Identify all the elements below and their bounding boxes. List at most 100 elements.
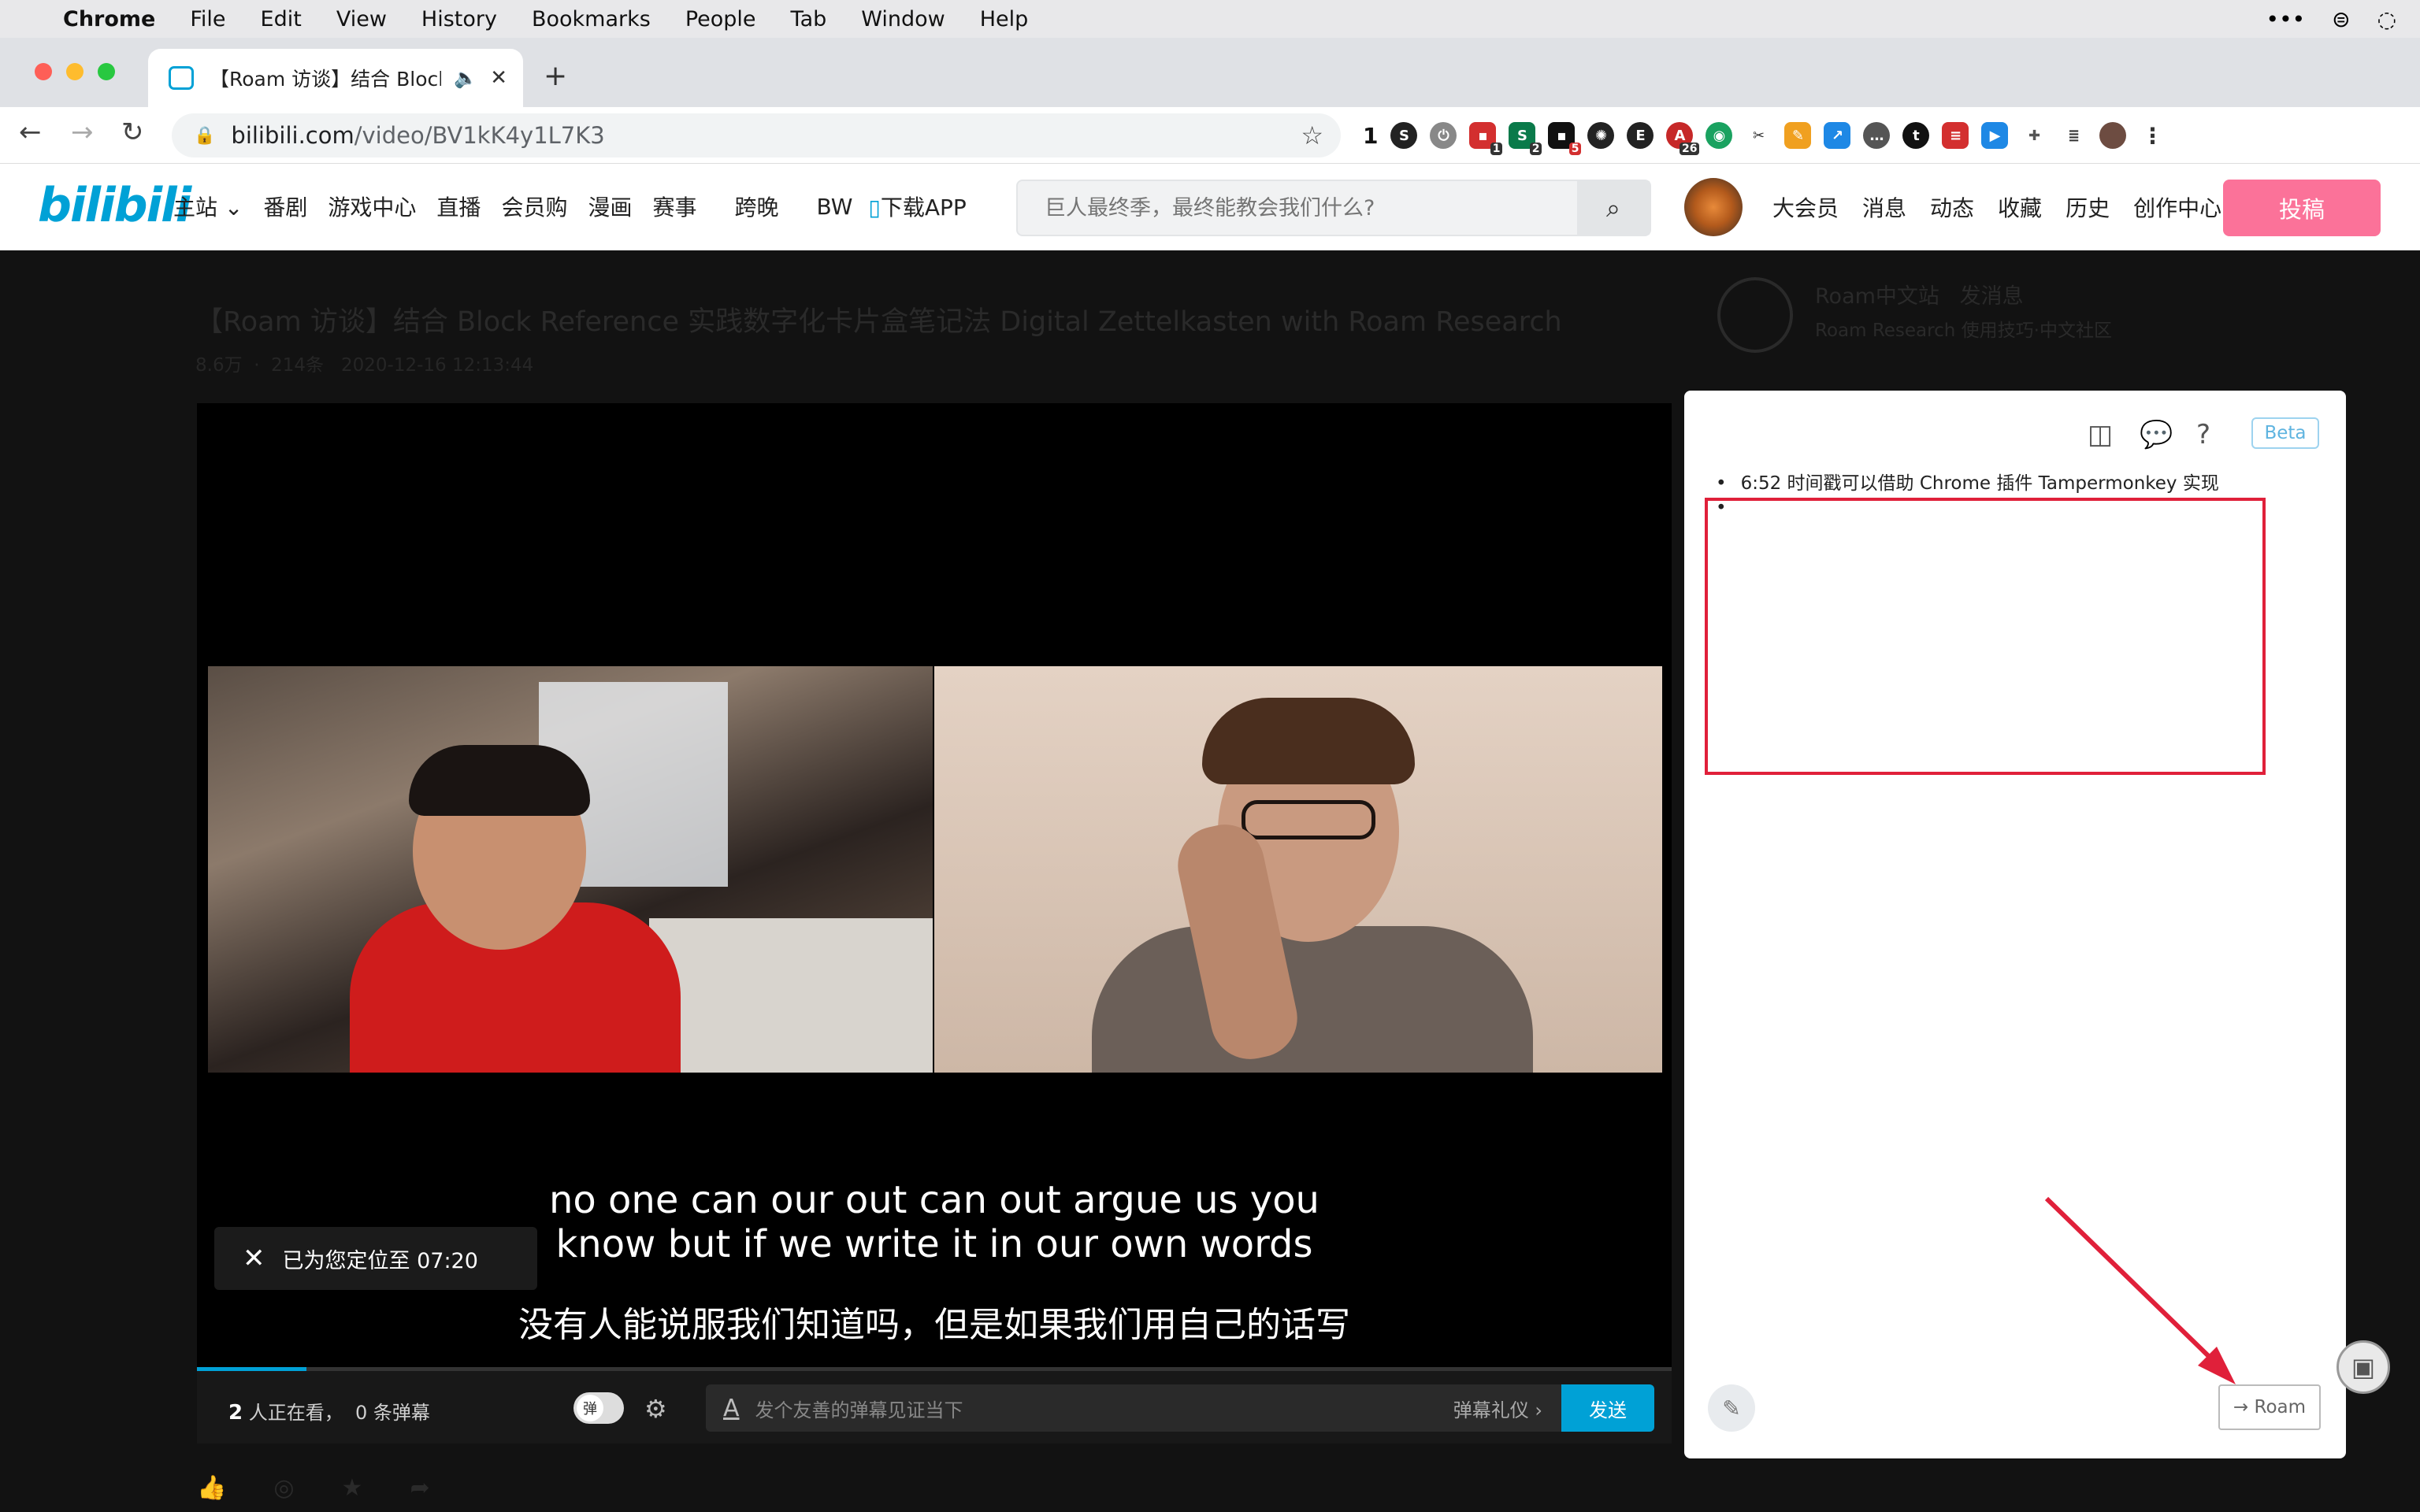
close-icon[interactable]: ✕ bbox=[243, 1243, 265, 1274]
menu-history[interactable]: History bbox=[421, 7, 497, 32]
bilibili-logo[interactable]: bilibili bbox=[38, 178, 191, 233]
danmu-input[interactable]: A 发个友善的弹幕见证当下 弹幕礼仪 › bbox=[706, 1384, 1561, 1432]
reload-icon[interactable]: ↻ bbox=[121, 117, 144, 148]
nav-dynamics[interactable]: 动态 bbox=[1930, 191, 1974, 223]
menu-edit[interactable]: Edit bbox=[261, 7, 302, 32]
control-center-icon[interactable]: ⊜ bbox=[2332, 6, 2350, 32]
danmu-etiquette-link[interactable]: 弹幕礼仪 › bbox=[1453, 1395, 1542, 1422]
close-tab-icon[interactable]: ✕ bbox=[490, 66, 507, 90]
danmu-toggle[interactable]: 弹 bbox=[573, 1392, 624, 1424]
forward-icon[interactable]: → bbox=[71, 117, 94, 148]
chrome-menu-icon[interactable]: ⋮ bbox=[2139, 122, 2166, 149]
menu-window[interactable]: Window bbox=[861, 7, 945, 32]
extension-green-icon[interactable]: ◉ bbox=[1706, 122, 1733, 149]
menu-bookmarks[interactable]: Bookmarks bbox=[532, 7, 651, 32]
chat-bubble-icon[interactable]: ▣ bbox=[2336, 1340, 2390, 1394]
profile-avatar[interactable] bbox=[2099, 122, 2127, 149]
nav-bw[interactable]: BW bbox=[817, 194, 853, 220]
subtitle-en-line-1: no one can our out can out argue us you bbox=[549, 1178, 1319, 1222]
extension-red-list-icon[interactable]: ≡ bbox=[1942, 122, 1969, 149]
like-icon[interactable]: 👍 bbox=[197, 1474, 226, 1502]
bilibili-nav: 主站 ⌄ 番剧 游戏中心 直播 会员购 漫画 赛事 跨晚 BW ▯下载APP bbox=[173, 181, 987, 232]
address-bar[interactable]: 🔒 bilibili.com/video/BV1kK4y1L7K3 ☆ bbox=[172, 113, 1341, 158]
more-dots-icon[interactable]: ••• bbox=[2266, 6, 2306, 32]
menu-view[interactable]: View bbox=[336, 7, 387, 32]
audio-playing-icon[interactable]: 🔈 bbox=[454, 67, 477, 89]
chat-extension-icon[interactable]: … bbox=[1863, 122, 1891, 149]
extension-s-icon[interactable]: S bbox=[1390, 122, 1418, 149]
subtitle-zh: 没有人能说服我们知道吗，但是如果我们用自己的话写 bbox=[518, 1305, 1350, 1345]
menu-file[interactable]: File bbox=[190, 7, 225, 32]
bilibili-extension-icon[interactable]: ▶ bbox=[1981, 122, 2009, 149]
nav-favorites[interactable]: 收藏 bbox=[1998, 191, 2042, 223]
pencil-icon[interactable]: ✎ bbox=[1708, 1384, 1755, 1432]
extension-graph-icon[interactable]: ✺ bbox=[1587, 122, 1615, 149]
back-icon[interactable]: ← bbox=[19, 117, 42, 148]
video-meta: 8.6万 · 214条 2020-12-16 12:13:44 bbox=[195, 355, 534, 376]
coin-icon[interactable]: ◎ bbox=[273, 1474, 294, 1502]
action-row: 👍 ◎ ★ ➦ bbox=[197, 1474, 430, 1502]
reading-list-icon[interactable]: ≣ bbox=[2060, 122, 2087, 149]
twitter-icon[interactable]: t bbox=[1902, 122, 1930, 149]
favorite-star-icon[interactable]: ★ bbox=[342, 1474, 363, 1502]
viewer-count: 2 人正在看， 0 条弹幕 bbox=[228, 1401, 430, 1425]
macos-menu-bar: Chrome File Edit View History Bookmarks … bbox=[0, 0, 2420, 38]
extension-s-green-icon[interactable]: S2 bbox=[1509, 122, 1542, 155]
nav-mall[interactable]: 会员购 bbox=[501, 191, 567, 222]
nav-download-app[interactable]: ▯下载APP bbox=[868, 191, 966, 222]
extension-counter[interactable]: 1 bbox=[1363, 123, 1378, 149]
font-style-icon[interactable]: A bbox=[723, 1395, 740, 1422]
user-avatar[interactable] bbox=[1684, 178, 1743, 236]
scissors-icon[interactable]: ✂ bbox=[1745, 122, 1772, 149]
extension-notes-icon[interactable]: ▪ 1 bbox=[1469, 122, 1503, 155]
nav-messages[interactable]: 消息 bbox=[1862, 191, 1906, 223]
share-arrow-icon[interactable]: ➦ bbox=[410, 1474, 429, 1502]
zoom-window-button[interactable] bbox=[98, 63, 115, 80]
search-input[interactable] bbox=[1018, 195, 1577, 220]
extension-power-icon[interactable]: ⏻ bbox=[1430, 122, 1457, 149]
extension-e-icon[interactable]: E bbox=[1627, 122, 1654, 149]
toast-text: 已为您定位至 07:20 bbox=[282, 1248, 478, 1273]
uploader-name[interactable]: Roam中文站 发消息 bbox=[1815, 279, 2024, 309]
search-icon[interactable]: ⌕ bbox=[1577, 181, 1650, 235]
new-tab-icon[interactable]: + bbox=[544, 60, 567, 92]
uploader-avatar[interactable] bbox=[1717, 277, 1793, 353]
chevron-down-icon: ⌄ bbox=[217, 195, 243, 220]
extension-marker-icon[interactable]: ✎ bbox=[1784, 122, 1812, 149]
nav-history[interactable]: 历史 bbox=[2066, 191, 2110, 223]
url-host: bilibili.com bbox=[231, 122, 354, 149]
tab-active[interactable]: 【Roam 访谈】结合 Block R 🔈 ✕ bbox=[148, 49, 523, 107]
menu-extras: ••• ⊜ ◌ bbox=[2266, 0, 2396, 38]
nav-games[interactable]: 游戏中心 bbox=[328, 191, 416, 222]
video-frame-left bbox=[208, 666, 933, 1073]
menu-help[interactable]: Help bbox=[980, 7, 1029, 32]
share-icon[interactable]: ↗ bbox=[1824, 122, 1851, 149]
nav-esports[interactable]: 赛事 bbox=[652, 191, 696, 222]
menu-people[interactable]: People bbox=[685, 7, 756, 32]
nav-live[interactable]: 直播 bbox=[436, 191, 481, 222]
upload-button[interactable]: 投稿 bbox=[2223, 180, 2381, 236]
extension-dark-icon[interactable]: ▪ 5 bbox=[1548, 122, 1582, 155]
nav-bangumi[interactable]: 番剧 bbox=[263, 191, 307, 222]
nav-main[interactable]: 主站 ⌄ bbox=[173, 191, 243, 222]
send-message-link[interactable]: 发消息 bbox=[1960, 284, 2024, 309]
nav-gala[interactable]: 跨晚 bbox=[734, 191, 778, 222]
video-title: 【Roam 访谈】结合 Block Reference 实践数字化卡片盒笔记法 … bbox=[195, 306, 1562, 338]
nav-vip[interactable]: 大会员 bbox=[1772, 191, 1839, 223]
bilibili-favicon-icon bbox=[169, 66, 194, 90]
lock-icon[interactable]: 🔒 bbox=[194, 126, 215, 146]
menu-tab[interactable]: Tab bbox=[791, 7, 827, 32]
danmu-settings-icon[interactable]: ⚙ bbox=[644, 1394, 667, 1424]
siri-icon[interactable]: ◌ bbox=[2377, 6, 2396, 32]
extensions-puzzle-icon[interactable]: ✚ bbox=[2021, 122, 2047, 149]
adblock-icon[interactable]: A 26 bbox=[1666, 122, 1700, 155]
send-danmu-button[interactable]: 发送 bbox=[1561, 1384, 1654, 1432]
close-window-button[interactable] bbox=[35, 63, 52, 80]
minimize-window-button[interactable] bbox=[66, 63, 84, 80]
send-to-roam-button[interactable]: → Roam bbox=[2218, 1384, 2321, 1430]
roam-panel: ◫ 💬 ? Beta 6:52 时间戳可以借助 Chrome 插件 Tamper… bbox=[1684, 391, 2346, 1458]
nav-manga[interactable]: 漫画 bbox=[588, 191, 632, 222]
menu-app-name[interactable]: Chrome bbox=[63, 7, 155, 32]
bookmark-star-icon[interactable]: ☆ bbox=[1301, 120, 1323, 150]
nav-creator-center[interactable]: 创作中心 bbox=[2133, 191, 2221, 223]
